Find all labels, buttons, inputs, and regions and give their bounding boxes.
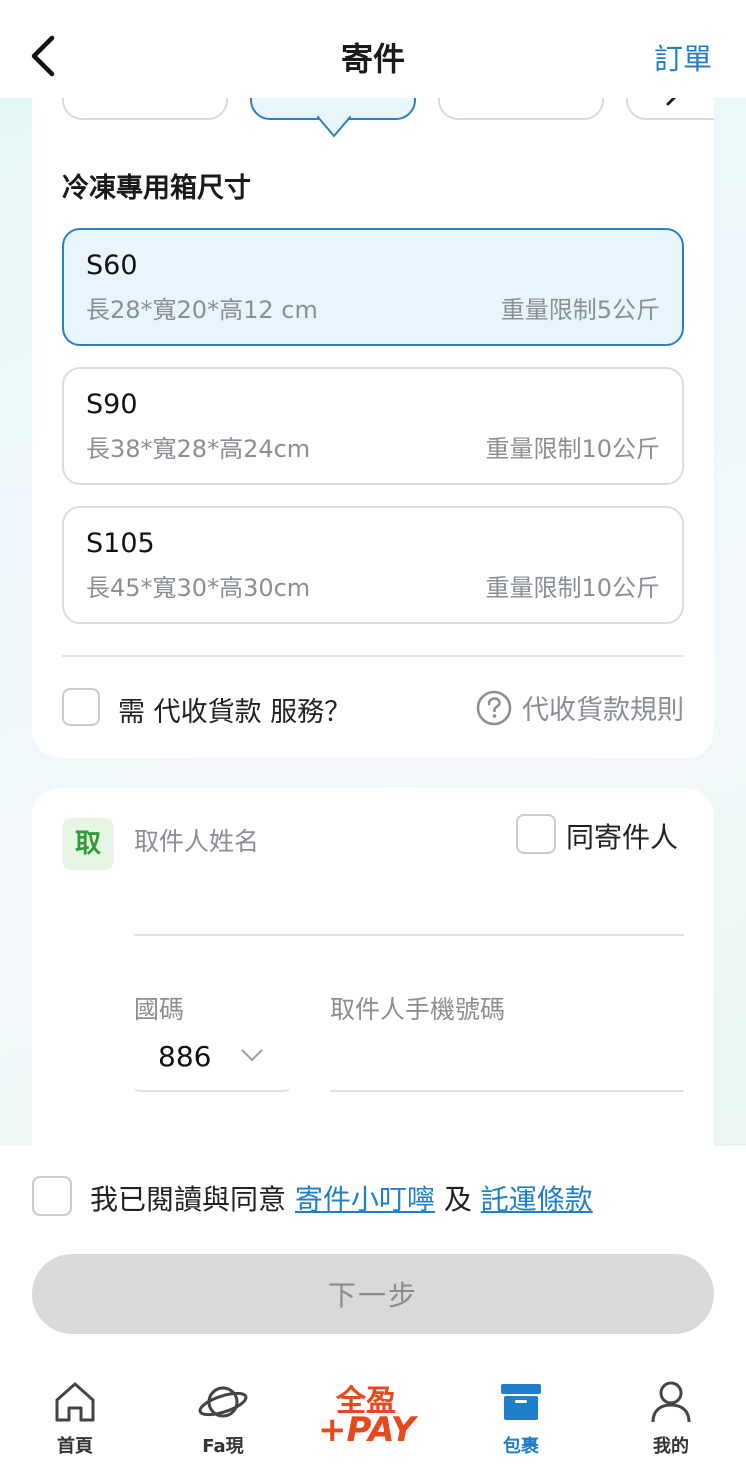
agreement-checkbox[interactable] bbox=[32, 1176, 72, 1216]
size-name: S60 bbox=[86, 250, 138, 281]
divider bbox=[62, 655, 684, 657]
top-nav-bar: 寄件 訂單 bbox=[0, 0, 746, 98]
size-weight-limit: 重量限制10公斤 bbox=[485, 574, 660, 602]
tab-home[interactable]: 首頁 bbox=[20, 1378, 130, 1468]
cod-rule-label: 代收貨款規則 bbox=[522, 695, 684, 726]
bottom-tab-bar: 首頁 Fa現 全盈 +PAY 包裹 我的 bbox=[0, 1358, 746, 1480]
tab-package[interactable]: 包裹 bbox=[466, 1378, 576, 1468]
country-code-value: 886 bbox=[158, 1040, 212, 1073]
country-code-select[interactable]: 886 bbox=[134, 1026, 290, 1092]
size-name: S90 bbox=[86, 389, 138, 420]
tab-fa[interactable]: Fa現 bbox=[168, 1378, 278, 1468]
section-title: 冷凍專用箱尺寸 bbox=[62, 173, 251, 204]
home-icon bbox=[55, 1382, 95, 1422]
cod-label: 需 代收貨款 服務？ bbox=[118, 697, 352, 728]
tab-pointer-icon bbox=[317, 116, 351, 138]
tab-label: 包裹 bbox=[503, 1436, 539, 1457]
size-option-s105[interactable]: S105 長45*寬30*高30cm 重量限制10公斤 bbox=[62, 506, 684, 624]
size-dimensions: 長45*寬30*高30cm bbox=[86, 574, 311, 602]
bottom-panel: 我已閱讀與同意 寄件小叮嚀 及 託運條款 下一步 bbox=[0, 1146, 746, 1358]
phone-label: 取件人手機號碼 bbox=[330, 995, 506, 1024]
size-option-s90[interactable]: S90 長38*寬28*高24cm 重量限制10公斤 bbox=[62, 367, 684, 485]
planet-icon bbox=[198, 1386, 248, 1418]
tab-label: Fa現 bbox=[202, 1436, 244, 1457]
country-code-label: 國碼 bbox=[134, 995, 185, 1024]
box-size-card: 冷凍專用箱尺寸 S60 長28*寬20*高12 cm 重量限制5公斤 S90 長… bbox=[32, 60, 714, 758]
size-weight-limit: 重量限制10公斤 bbox=[485, 435, 660, 463]
agreement-prefix: 我已閱讀與同意 bbox=[90, 1183, 295, 1216]
size-name: S105 bbox=[86, 528, 155, 559]
size-option-s60[interactable]: S60 長28*寬20*高12 cm 重量限制5公斤 bbox=[62, 228, 684, 346]
chevron-down-icon bbox=[241, 1049, 263, 1062]
phone-input[interactable] bbox=[330, 1026, 684, 1092]
orders-link[interactable]: 訂單 bbox=[654, 36, 712, 78]
agreement-text: 我已閱讀與同意 寄件小叮嚀 及 託運條款 bbox=[90, 1178, 593, 1218]
recipient-name-label: 取件人姓名 bbox=[134, 827, 260, 856]
page-title: 寄件 bbox=[340, 40, 405, 78]
size-dimensions: 長28*寬20*高12 cm bbox=[86, 296, 318, 324]
package-box-icon bbox=[501, 1384, 541, 1420]
cod-rule-link[interactable]: 代收貨款規則 bbox=[476, 688, 684, 727]
size-dimensions: 長38*寬28*高24cm bbox=[86, 435, 311, 463]
tab-label: 我的 bbox=[653, 1436, 689, 1457]
pay-logo[interactable]: 全盈 +PAY bbox=[314, 1376, 434, 1452]
agreement-middle: 及 bbox=[434, 1183, 481, 1216]
help-icon bbox=[476, 690, 512, 725]
size-weight-limit: 重量限制5公斤 bbox=[500, 296, 660, 324]
recipient-name-field[interactable] bbox=[134, 934, 684, 936]
shipping-terms-link[interactable]: 託運條款 bbox=[481, 1183, 593, 1216]
same-as-sender-label: 同寄件人 bbox=[566, 821, 679, 854]
pay-logo-bottom: +PAY bbox=[318, 1410, 416, 1450]
recipient-badge: 取 bbox=[62, 818, 114, 870]
same-as-sender-checkbox[interactable] bbox=[516, 814, 556, 854]
cod-checkbox[interactable] bbox=[62, 688, 100, 726]
shipping-tips-link[interactable]: 寄件小叮嚀 bbox=[295, 1183, 435, 1216]
user-icon bbox=[651, 1381, 691, 1423]
recipient-card: 取 取件人姓名 同寄件人 國碼 取件人手機號碼 886 bbox=[32, 788, 714, 1188]
tab-label: 首頁 bbox=[57, 1436, 93, 1457]
next-step-button[interactable]: 下一步 bbox=[32, 1254, 714, 1334]
tab-profile[interactable]: 我的 bbox=[616, 1378, 726, 1468]
